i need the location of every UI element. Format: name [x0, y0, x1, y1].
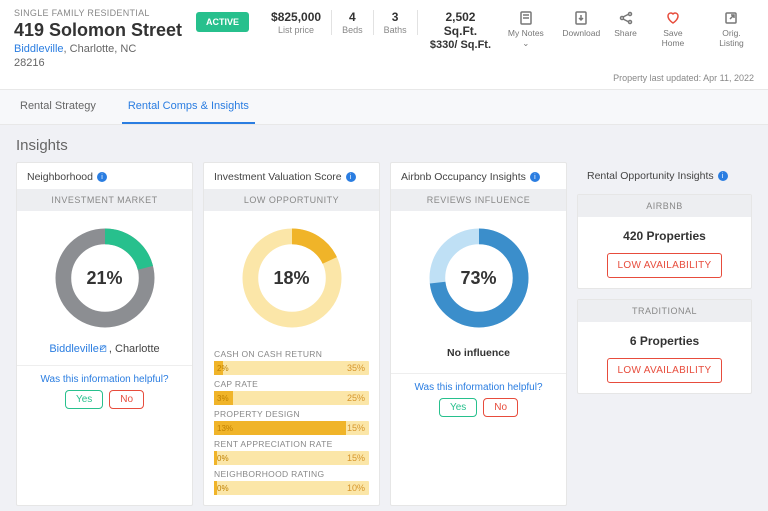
my-notes-button[interactable]: My Notes ⌄	[503, 10, 548, 49]
external-link-icon	[723, 10, 739, 26]
bar-row: RENT APPRECIATION RATE 0% 15%	[214, 439, 369, 465]
helpful-question: Was this information helpful?	[391, 382, 566, 393]
bar-track: 0% 15%	[214, 451, 369, 465]
card-band: LOW OPPORTUNITY	[204, 189, 379, 211]
property-address: 419 Solomon Street	[14, 20, 184, 41]
tab-rental-comps[interactable]: Rental Comps & Insights	[122, 90, 255, 124]
donut-pct: 21%	[50, 223, 160, 333]
property-stats: $825,000List price 4Beds 3Baths 2,502 Sq…	[261, 10, 503, 51]
no-influence-text: No influence	[391, 341, 566, 363]
valuation-donut: 18%	[237, 223, 347, 333]
bar-label: CASH ON CASH RETURN	[214, 349, 369, 359]
helpful-block: Was this information helpful? Yes No	[391, 373, 566, 425]
last-updated: Property last updated: Apr 11, 2022	[14, 69, 754, 89]
share-icon	[618, 10, 634, 26]
bar-fill: 0%	[214, 481, 217, 495]
bar-end: 25%	[347, 391, 365, 405]
availability-badge: LOW AVAILABILITY	[607, 253, 723, 278]
valuation-bars: CASH ON CASH RETURN 2% 35% CAP RATE 3% 2…	[204, 341, 379, 505]
donut-pct: 73%	[424, 223, 534, 333]
roi-airbnb-card: AIRBNB 420 Properties LOW AVAILABILITY	[577, 194, 752, 289]
airbnb-donut: 73%	[424, 223, 534, 333]
hood-link[interactable]: Biddleville	[49, 343, 99, 355]
info-icon[interactable]: i	[530, 172, 540, 182]
valuation-card: Investment Valuation Score i LOW OPPORTUN…	[203, 162, 380, 506]
card-band: INVESTMENT MARKET	[17, 189, 192, 211]
note-icon	[518, 10, 534, 26]
bar-end: 15%	[347, 451, 365, 465]
airbnb-card: Airbnb Occupancy Insights i REVIEWS INFLU…	[390, 162, 567, 506]
bar-end: 15%	[347, 421, 365, 435]
bar-row: CASH ON CASH RETURN 2% 35%	[214, 349, 369, 375]
bar-fill: 0%	[214, 451, 217, 465]
tab-rental-strategy[interactable]: Rental Strategy	[14, 90, 102, 124]
city-state: Charlotte, NC	[70, 43, 137, 55]
yes-button[interactable]: Yes	[65, 390, 103, 409]
no-button[interactable]: No	[109, 390, 144, 409]
download-icon	[573, 10, 589, 26]
tabs: Rental Strategy Rental Comps & Insights	[0, 89, 768, 125]
bar-end: 10%	[347, 481, 365, 495]
card-title-text: Investment Valuation Score	[214, 171, 342, 183]
no-button[interactable]: No	[483, 398, 518, 417]
bar-track: 2% 35%	[214, 361, 369, 375]
bar-track: 13% 15%	[214, 421, 369, 435]
stat-sqft: 2,502 Sq.Ft.$330/ Sq.Ft.	[418, 10, 504, 51]
helpful-block: Was this information helpful? Yes No	[17, 365, 192, 417]
share-button[interactable]: Share	[614, 10, 637, 38]
bar-row: PROPERTY DESIGN 13% 15%	[214, 409, 369, 435]
orig-listing-button[interactable]: Orig. Listing	[709, 10, 754, 48]
bar-fill: 3%	[214, 391, 233, 405]
address-block: SINGLE FAMILY RESIDENTIAL 419 Solomon St…	[14, 8, 184, 69]
card-title-text: Airbnb Occupancy Insights	[401, 171, 526, 183]
save-home-button[interactable]: Save Home	[651, 10, 695, 48]
bar-row: NEIGHBORHOOD RATING 0% 10%	[214, 469, 369, 495]
bar-row: CAP RATE 3% 25%	[214, 379, 369, 405]
stat-price: $825,000List price	[261, 10, 332, 35]
insights-heading: Insights	[0, 125, 768, 162]
info-icon[interactable]: i	[97, 172, 107, 182]
roi-count: 6 Properties	[578, 322, 751, 358]
neighborhood-card: Neighborhood i INVESTMENT MARKET 21% Bidd…	[16, 162, 193, 506]
availability-badge: LOW AVAILABILITY	[607, 358, 723, 383]
card-title-text: Rental Opportunity Insights	[587, 170, 714, 182]
donut-pct: 18%	[237, 223, 347, 333]
heart-icon	[665, 10, 681, 26]
address-subline: Biddleville, Charlotte, NC	[14, 43, 184, 55]
bar-fill: 13%	[214, 421, 346, 435]
neighborhood-donut: 21%	[50, 223, 160, 333]
zip: 28216	[14, 57, 184, 69]
insights-cards: Neighborhood i INVESTMENT MARKET 21% Bidd…	[0, 162, 768, 506]
status-badge: ACTIVE	[196, 12, 249, 32]
download-button[interactable]: Download	[562, 10, 600, 38]
bar-label: RENT APPRECIATION RATE	[214, 439, 369, 449]
roi-band: TRADITIONAL	[578, 300, 751, 322]
property-type: SINGLE FAMILY RESIDENTIAL	[14, 8, 184, 18]
bar-track: 3% 25%	[214, 391, 369, 405]
yes-button[interactable]: Yes	[439, 398, 477, 417]
stat-baths: 3Baths	[374, 10, 418, 35]
bar-end: 35%	[347, 361, 365, 375]
bar-fill: 2%	[214, 361, 223, 375]
header-actions: My Notes ⌄ Download Share Save Home Orig…	[503, 10, 754, 49]
bar-track: 0% 10%	[214, 481, 369, 495]
info-icon[interactable]: i	[346, 172, 356, 182]
edit-icon[interactable]	[99, 344, 109, 354]
helpful-question: Was this information helpful?	[17, 374, 192, 385]
info-icon[interactable]: i	[718, 171, 728, 181]
chevron-down-icon: ⌄	[522, 38, 529, 48]
card-title-text: Neighborhood	[27, 171, 93, 183]
roi-band: AIRBNB	[578, 195, 751, 217]
donut-caption: Biddleville, Charlotte	[17, 343, 192, 355]
roi-traditional-card: TRADITIONAL 6 Properties LOW AVAILABILIT…	[577, 299, 752, 394]
roi-column: Rental Opportunity Insights i AIRBNB 420 …	[577, 162, 752, 506]
roi-count: 420 Properties	[578, 217, 751, 253]
bar-label: CAP RATE	[214, 379, 369, 389]
stat-beds: 4Beds	[332, 10, 374, 35]
bar-label: NEIGHBORHOOD RATING	[214, 469, 369, 479]
neighborhood-link[interactable]: Biddleville	[14, 43, 64, 55]
bar-label: PROPERTY DESIGN	[214, 409, 369, 419]
card-band: REVIEWS INFLUENCE	[391, 189, 566, 211]
property-header: SINGLE FAMILY RESIDENTIAL 419 Solomon St…	[0, 0, 768, 89]
